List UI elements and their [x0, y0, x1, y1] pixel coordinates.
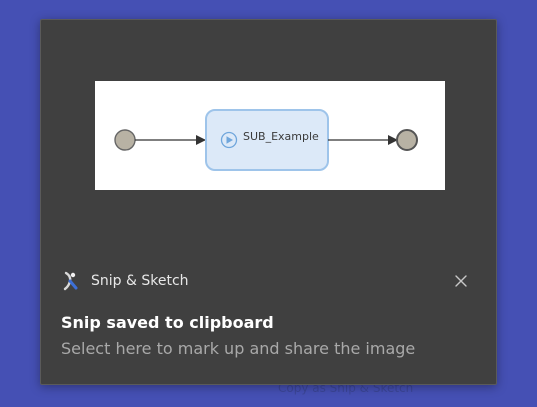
close-button[interactable]: [449, 269, 473, 293]
snip-notification-toast[interactable]: SUB_Example Snip & Sketch Snip saved to …: [40, 19, 497, 385]
end-event: [396, 129, 418, 151]
close-icon[interactable]: [455, 275, 467, 287]
snip-and-sketch-icon: [61, 271, 79, 291]
app-name: Snip & Sketch: [91, 273, 189, 289]
start-event: [114, 129, 136, 151]
snip-preview-image[interactable]: SUB_Example: [95, 81, 445, 190]
notification-body: Select here to mark up and share the ima…: [61, 339, 416, 358]
notification-title: Snip saved to clipboard: [61, 313, 274, 332]
subprocess-label: SUB_Example: [243, 130, 319, 143]
app-header: Snip & Sketch: [61, 270, 189, 292]
